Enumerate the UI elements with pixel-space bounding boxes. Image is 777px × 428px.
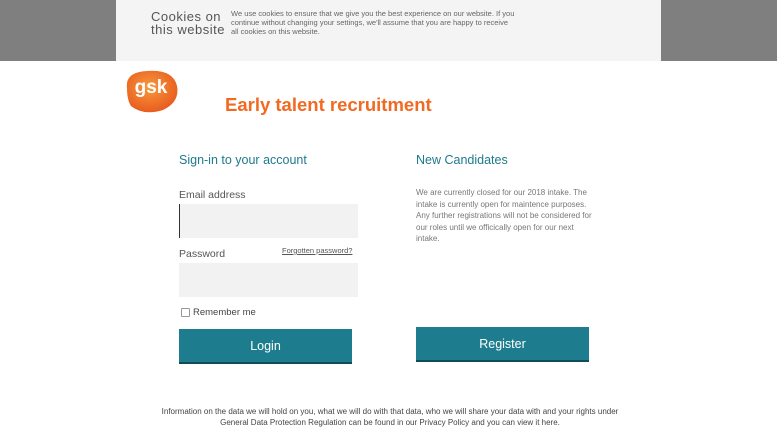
privacy-footer: Information on the data we will hold on … [140,406,640,428]
cookie-title: Cookies on this website [151,10,225,36]
intake-closed-text: We are currently closed for our 2018 int… [416,188,592,243]
page-title: Early talent recruitment [225,94,432,115]
email-label: Email address [179,189,246,201]
footer-line1: Information on the data we will hold on … [161,407,619,416]
password-label: Password [179,248,226,260]
forgotten-password-link[interactable]: Forgotten password? [282,246,352,255]
new-candidates-heading: New Candidates [416,153,508,167]
register-button[interactable]: Register [416,327,589,360]
cookie-text: We use cookies to ensure that we give yo… [231,9,515,36]
password-input[interactable] [179,263,358,297]
email-input[interactable] [179,204,358,238]
cookie-panel: Cookies on this website We use cookies t… [116,0,661,61]
remember-me-label[interactable]: Remember me [193,307,256,318]
logo-text: gsk [135,77,168,98]
signin-heading: Sign-in to your account [179,153,307,167]
gsk-logo: gsk [121,68,181,114]
remember-me-checkbox[interactable] [181,308,190,317]
login-button[interactable]: Login [179,329,352,362]
cookie-title-line2: this website [151,22,225,37]
